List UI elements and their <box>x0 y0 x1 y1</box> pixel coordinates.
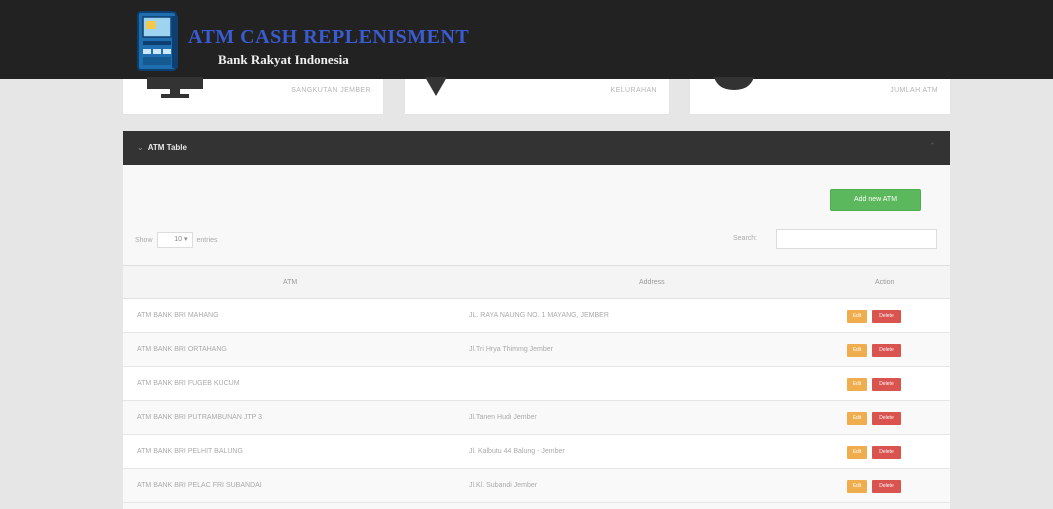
column-header-action[interactable]: Action <box>875 279 894 286</box>
column-header-atm[interactable]: ATM <box>283 279 297 286</box>
table-row: ATM BANK BRI FUGEB KUCUM Edit Delete <box>123 367 950 401</box>
edit-button[interactable]: Edit <box>847 412 867 425</box>
search-input[interactable] <box>776 229 937 249</box>
top-navbar: ATM CASH REPLENISMENT Bank Rakyat Indone… <box>0 0 1053 79</box>
search-label: Search: <box>733 235 758 242</box>
address-cell: Jl.Kl. Subandi Jember <box>469 482 538 489</box>
atm-name-cell: ATM BANK BRI PUTRAMBUNAN JTP 3 <box>137 414 262 421</box>
collapse-icon[interactable]: ⌃ <box>928 141 936 152</box>
entries-label: entries <box>196 236 218 244</box>
address-cell: Jl.Tri Hrya Thimmg Jember <box>469 346 554 353</box>
table-row: ATM BANK BRI ORTAHANG Jl.Tri Hrya Thimmg… <box>123 333 950 367</box>
atm-name-cell: ATM BANK BRI PELHIT BALUNG <box>137 448 243 455</box>
delete-button[interactable]: Delete <box>872 344 901 357</box>
app-subtitle: Bank Rakyat Indonesia <box>218 52 349 67</box>
table-row: ATM BANK BRI PUTRAMBUNAN JTP 3 Jl.Tanen … <box>123 401 950 435</box>
edit-button[interactable]: Edit <box>847 446 867 459</box>
show-label: Show <box>135 236 153 244</box>
atm-name-cell: ATM BANK BRI MAHANG <box>137 312 219 319</box>
delete-button[interactable]: Delete <box>872 412 901 425</box>
stat-card-label: KELURAHAN <box>610 87 657 94</box>
table-row: ATM BANK BRI MAHANG JL. RAYA NAUNG NO. 1… <box>123 299 950 333</box>
atm-name-cell: ATM BANK BRI PELAC FRI SUBANDAI <box>137 482 262 489</box>
table-row: ATM BANK BRI PELAC FRI SUBANDAI Jl.Kl. S… <box>123 469 950 503</box>
atm-name-cell: ATM BANK BRI FUGEB KUCUM <box>137 380 240 387</box>
map-marker-icon <box>425 77 447 96</box>
chevron-down-icon: ⌄ <box>137 143 144 152</box>
brand-logo[interactable]: ATM CASH REPLENISMENT Bank Rakyat Indone… <box>132 8 469 78</box>
edit-button[interactable]: Edit <box>847 344 867 357</box>
atm-machine-icon <box>137 11 178 71</box>
column-header-address[interactable]: Address <box>639 279 665 286</box>
stat-card-kecamatan: SANGKUTAN JEMBER <box>122 77 384 115</box>
address-cell: JL. RAYA NAUNG NO. 1 MAYANG, JEMBER <box>469 312 609 319</box>
page-length-select[interactable]: 10 ▾ <box>156 232 193 248</box>
chat-bubble-icon <box>714 77 754 90</box>
stat-card-jumlah-atm: JUMLAH ATM <box>689 77 951 115</box>
address-cell: Jl. Kalbutu 44 Balung - Jember <box>469 448 565 455</box>
delete-button[interactable]: Delete <box>872 480 901 493</box>
atm-table: ATM Address Action ATM BANK BRI MAHANG J… <box>123 265 950 503</box>
panel-header[interactable]: ⌄ ATM Table ⌃ <box>123 131 950 165</box>
edit-button[interactable]: Edit <box>847 310 867 323</box>
delete-button[interactable]: Delete <box>872 446 901 459</box>
delete-button[interactable]: Delete <box>872 310 901 323</box>
address-cell: Jl.Tanen Hudi Jember <box>469 414 537 421</box>
panel-title: ⌄ ATM Table <box>137 143 187 152</box>
delete-button[interactable]: Delete <box>872 378 901 391</box>
stat-card-label: SANGKUTAN JEMBER <box>291 87 371 94</box>
stat-card-label: JUMLAH ATM <box>890 87 938 94</box>
stat-card-kelurahan: KELURAHAN <box>404 77 670 115</box>
page-length-control: Show 10 ▾ entries <box>135 232 218 248</box>
app-title: ATM CASH REPLENISMENT <box>188 26 470 48</box>
panel-title-text: ATM Table <box>147 143 187 152</box>
monitor-icon <box>147 77 203 98</box>
table-row: ATM BANK BRI PELHIT BALUNG Jl. Kalbutu 4… <box>123 435 950 469</box>
atm-table-panel: ⌄ ATM Table ⌃ Add new ATM Show 10 ▾ entri… <box>123 131 950 509</box>
atm-name-cell: ATM BANK BRI ORTAHANG <box>137 346 227 353</box>
table-header-row: ATM Address Action <box>123 265 950 299</box>
edit-button[interactable]: Edit <box>847 378 867 391</box>
edit-button[interactable]: Edit <box>847 480 867 493</box>
add-atm-button[interactable]: Add new ATM <box>830 189 921 211</box>
page-length-value: 10 <box>174 236 183 243</box>
